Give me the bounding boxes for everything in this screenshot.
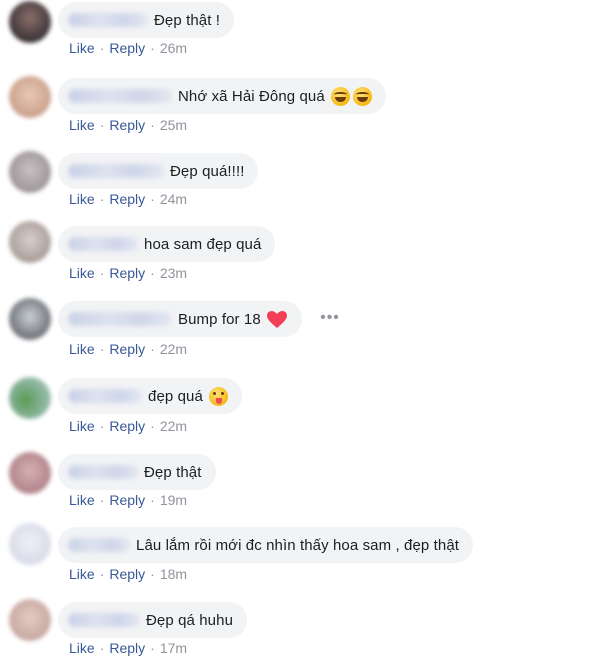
separator-dot: · [99, 117, 105, 133]
tongue-wink-emoji-icon [208, 386, 228, 406]
comment-timestamp[interactable]: 19m [160, 492, 187, 508]
comment-bubble: Đẹp thật [58, 454, 216, 490]
comment-timestamp[interactable]: 23m [160, 265, 187, 281]
comment-text: Đẹp quá!!!! [170, 162, 245, 180]
commenter-name[interactable] [68, 613, 140, 627]
comment-timestamp[interactable]: 17m [160, 640, 187, 656]
comment-text: hoa sam đẹp quá [144, 235, 262, 253]
separator-dot: · [150, 640, 155, 656]
commenter-name[interactable] [68, 538, 130, 552]
comment-actions: Like · Reply · 26m [69, 40, 187, 56]
avatar[interactable] [9, 76, 51, 118]
like-link[interactable]: Like [69, 40, 95, 56]
reply-link[interactable]: Reply [109, 640, 145, 656]
comment-text: Đẹp thật [144, 463, 202, 481]
comment-timestamp[interactable]: 22m [160, 418, 187, 434]
comment-bubble: hoa sam đẹp quá [58, 226, 276, 262]
comment-actions: Like · Reply · 18m [69, 566, 187, 582]
reply-link[interactable]: Reply [109, 191, 145, 207]
comment-actions: Like · Reply · 22m [69, 341, 187, 357]
like-link[interactable]: Like [69, 566, 95, 582]
separator-dot: · [150, 191, 155, 207]
comment-text: Nhớ xã Hải Đông quá [178, 87, 325, 105]
separator-dot: · [99, 265, 105, 281]
comment-bubble: Bump for 18 [58, 301, 302, 337]
comment-text: Bump for 18 [178, 310, 261, 328]
comment-timestamp[interactable]: 22m [160, 341, 187, 357]
comment-bubble: Đẹp thật ! [58, 2, 235, 38]
avatar[interactable] [9, 452, 51, 494]
comment-timestamp[interactable]: 24m [160, 191, 187, 207]
comment-actions: Like · Reply · 22m [69, 418, 187, 434]
reply-link[interactable]: Reply [109, 492, 145, 508]
separator-dot: · [150, 418, 155, 434]
commenter-name[interactable] [68, 13, 148, 27]
comment-bubble: đẹp quá [58, 378, 242, 414]
comment-bubble: Đẹp quá!!!! [58, 153, 259, 189]
separator-dot: · [99, 566, 105, 582]
comment-actions: Like · Reply · 19m [69, 492, 187, 508]
comment-actions: Like · Reply · 25m [69, 117, 187, 133]
avatar[interactable] [9, 1, 51, 43]
avatar[interactable] [9, 298, 51, 340]
laugh-cry-emoji-icon [330, 86, 350, 106]
comment-timestamp[interactable]: 18m [160, 566, 187, 582]
reply-link[interactable]: Reply [109, 418, 145, 434]
comment-text: đẹp quá [148, 387, 203, 405]
reply-link[interactable]: Reply [109, 117, 145, 133]
like-link[interactable]: Like [69, 418, 95, 434]
separator-dot: · [99, 640, 105, 656]
avatar[interactable] [9, 377, 51, 419]
avatar[interactable] [9, 523, 51, 565]
like-link[interactable]: Like [69, 640, 95, 656]
comment-bubble: Đẹp qá huhu [58, 602, 248, 638]
like-link[interactable]: Like [69, 341, 95, 357]
commenter-name[interactable] [68, 312, 172, 326]
laugh-cry-emoji-icon [352, 86, 372, 106]
like-link[interactable]: Like [69, 191, 95, 207]
reply-link[interactable]: Reply [109, 566, 145, 582]
avatar[interactable] [9, 221, 51, 263]
more-options-icon[interactable]: ••• [320, 300, 340, 336]
comment-actions: Like · Reply · 24m [69, 191, 187, 207]
commenter-name[interactable] [68, 89, 172, 103]
reply-link[interactable]: Reply [109, 40, 145, 56]
comment-timestamp[interactable]: 25m [160, 117, 187, 133]
commenter-name[interactable] [68, 237, 138, 251]
like-link[interactable]: Like [69, 117, 95, 133]
comment-bubble: Lâu lắm rồi mới đc nhìn thấy hoa sam , đ… [58, 527, 474, 563]
like-link[interactable]: Like [69, 265, 95, 281]
separator-dot: · [150, 566, 155, 582]
separator-dot: · [150, 492, 155, 508]
like-link[interactable]: Like [69, 492, 95, 508]
comment-text: Đẹp qá huhu [146, 611, 234, 629]
commenter-name[interactable] [68, 164, 164, 178]
separator-dot: · [150, 265, 155, 281]
comment-text: Lâu lắm rồi mới đc nhìn thấy hoa sam , đ… [136, 536, 460, 554]
separator-dot: · [150, 341, 155, 357]
separator-dot: · [99, 418, 105, 434]
comment-actions: Like · Reply · 17m [69, 640, 187, 656]
heart-icon [266, 310, 287, 328]
comment-bubble: Nhớ xã Hải Đông quá [58, 78, 386, 114]
commenter-name[interactable] [68, 389, 142, 403]
avatar[interactable] [9, 599, 51, 641]
reply-link[interactable]: Reply [109, 265, 145, 281]
separator-dot: · [99, 492, 105, 508]
separator-dot: · [99, 40, 105, 56]
separator-dot: · [99, 341, 105, 357]
separator-dot: · [150, 117, 155, 133]
comment-actions: Like · Reply · 23m [69, 265, 187, 281]
separator-dot: · [150, 40, 155, 56]
comment-text: Đẹp thật ! [154, 11, 221, 29]
separator-dot: · [99, 191, 105, 207]
reply-link[interactable]: Reply [109, 341, 145, 357]
heart-emoji-icon [266, 310, 288, 329]
commenter-name[interactable] [68, 465, 138, 479]
comment-timestamp[interactable]: 26m [160, 40, 187, 56]
avatar[interactable] [9, 151, 51, 193]
